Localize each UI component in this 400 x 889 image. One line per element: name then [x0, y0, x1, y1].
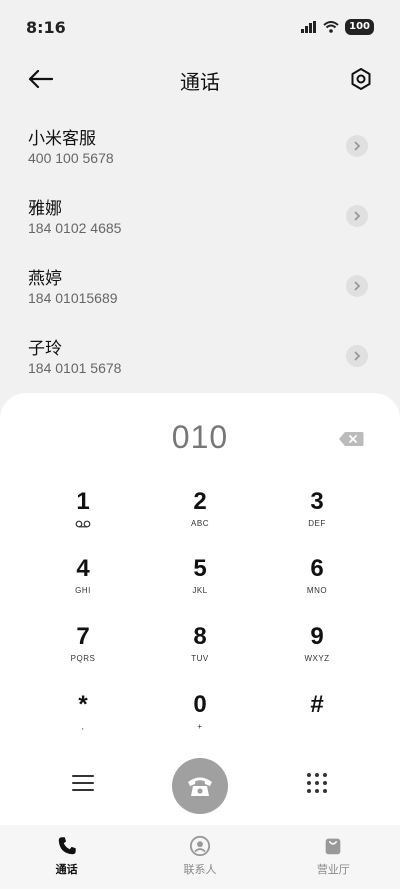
key-6[interactable]: 6 MNO: [272, 554, 362, 614]
key-digit: 6: [310, 555, 324, 582]
signal-icon: [301, 21, 317, 33]
key-1[interactable]: 1: [38, 487, 128, 547]
battery-indicator: 100: [345, 19, 374, 35]
key-letters: TUV: [191, 654, 209, 663]
dialpad-panel: 010 1 2 ABC 3 DEF 4 GHI 5 JKL 6 MNO 7 PQ…: [0, 393, 400, 825]
key-digit: 7: [76, 623, 90, 650]
backspace-button[interactable]: [338, 431, 364, 447]
list-item[interactable]: 子玲 184 0101 5678: [0, 322, 400, 392]
menu-button[interactable]: [70, 771, 96, 795]
key-0[interactable]: 0 +: [155, 690, 245, 750]
key-2[interactable]: 2 ABC: [155, 487, 245, 547]
contact-name: 燕婷: [28, 269, 62, 289]
contact-number: 184 0102 4685: [28, 220, 122, 236]
menu-icon: [72, 775, 94, 791]
recent-calls-list: 小米客服 400 100 5678 雅娜 184 0102 4685 燕婷 18…: [0, 112, 400, 392]
key-letters: PQRS: [70, 654, 96, 663]
key-digit: 2: [193, 488, 207, 515]
contact-name: 子玲: [28, 339, 62, 359]
key-digit: 9: [310, 623, 324, 650]
phone-icon: [188, 777, 212, 796]
chevron-right-icon: [354, 281, 361, 291]
details-button[interactable]: [346, 275, 368, 297]
tab-label: 通话: [55, 863, 78, 876]
chevron-right-icon: [354, 351, 361, 361]
details-button[interactable]: [346, 345, 368, 367]
key-digit: 8: [193, 623, 207, 650]
status-icons: 100: [301, 19, 374, 35]
phone-icon: [58, 837, 76, 855]
contact-name: 小米客服: [28, 129, 96, 149]
contacts-icon: [189, 835, 211, 857]
list-item[interactable]: 小米客服 400 100 5678: [0, 112, 400, 182]
chevron-right-icon: [354, 211, 361, 221]
voicemail-icon: [75, 520, 91, 528]
contact-number: 184 0101 5678: [28, 360, 122, 376]
gear-icon: [351, 68, 371, 90]
key-5[interactable]: 5 JKL: [155, 554, 245, 614]
status-time: 8:16: [26, 18, 66, 37]
chevron-right-icon: [354, 141, 361, 151]
key-digit: 1: [76, 488, 90, 515]
key-digit: #: [310, 691, 324, 718]
tab-calls[interactable]: 通话: [0, 825, 133, 889]
header: 通话: [0, 56, 400, 102]
tab-label: 联系人: [183, 863, 217, 876]
key-3[interactable]: 3 DEF: [272, 487, 362, 547]
key-letters: ABC: [191, 519, 209, 528]
key-digit: 0: [193, 691, 207, 718]
contact-number: 400 100 5678: [28, 150, 114, 166]
contact-name: 雅娜: [28, 199, 62, 219]
bottom-tab-bar: 通话 联系人 营业厅: [0, 825, 400, 889]
key-digit: 3: [310, 488, 324, 515]
tab-contacts[interactable]: 联系人: [133, 825, 266, 889]
key-letters: GHI: [75, 586, 91, 595]
key-letters: ,: [81, 722, 85, 731]
key-7[interactable]: 7 PQRS: [38, 622, 128, 682]
details-button[interactable]: [346, 135, 368, 157]
key-hash[interactable]: #: [272, 690, 362, 750]
store-bag-icon: [325, 838, 341, 855]
key-letters: MNO: [306, 586, 328, 595]
status-bar: 8:16 100: [0, 0, 400, 56]
tab-label: 营业厅: [316, 863, 350, 876]
key-star[interactable]: * ,: [38, 690, 128, 750]
key-4[interactable]: 4 GHI: [38, 554, 128, 614]
details-button[interactable]: [346, 205, 368, 227]
key-letters: WXYZ: [304, 654, 330, 663]
list-item[interactable]: 燕婷 184 01015689: [0, 252, 400, 322]
dialpad-toggle-button[interactable]: [305, 771, 329, 795]
key-9[interactable]: 9 WXYZ: [272, 622, 362, 682]
list-item[interactable]: 雅娜 184 0102 4685: [0, 182, 400, 252]
key-letters: DEF: [308, 519, 326, 528]
wifi-icon: [323, 21, 339, 33]
key-letters: JKL: [192, 586, 208, 595]
dialpad-grid-icon: [307, 773, 327, 793]
key-digit: 5: [193, 555, 207, 582]
key-letters: +: [197, 722, 203, 731]
key-8[interactable]: 8 TUV: [155, 622, 245, 682]
page-title: 通话: [180, 70, 220, 94]
settings-button[interactable]: [346, 64, 376, 94]
call-button[interactable]: [172, 758, 228, 814]
contact-number: 184 01015689: [28, 290, 118, 306]
tab-store[interactable]: 营业厅: [267, 825, 400, 889]
key-digit: 4: [76, 555, 90, 582]
key-digit: *: [78, 691, 88, 718]
backspace-icon: [339, 432, 364, 446]
